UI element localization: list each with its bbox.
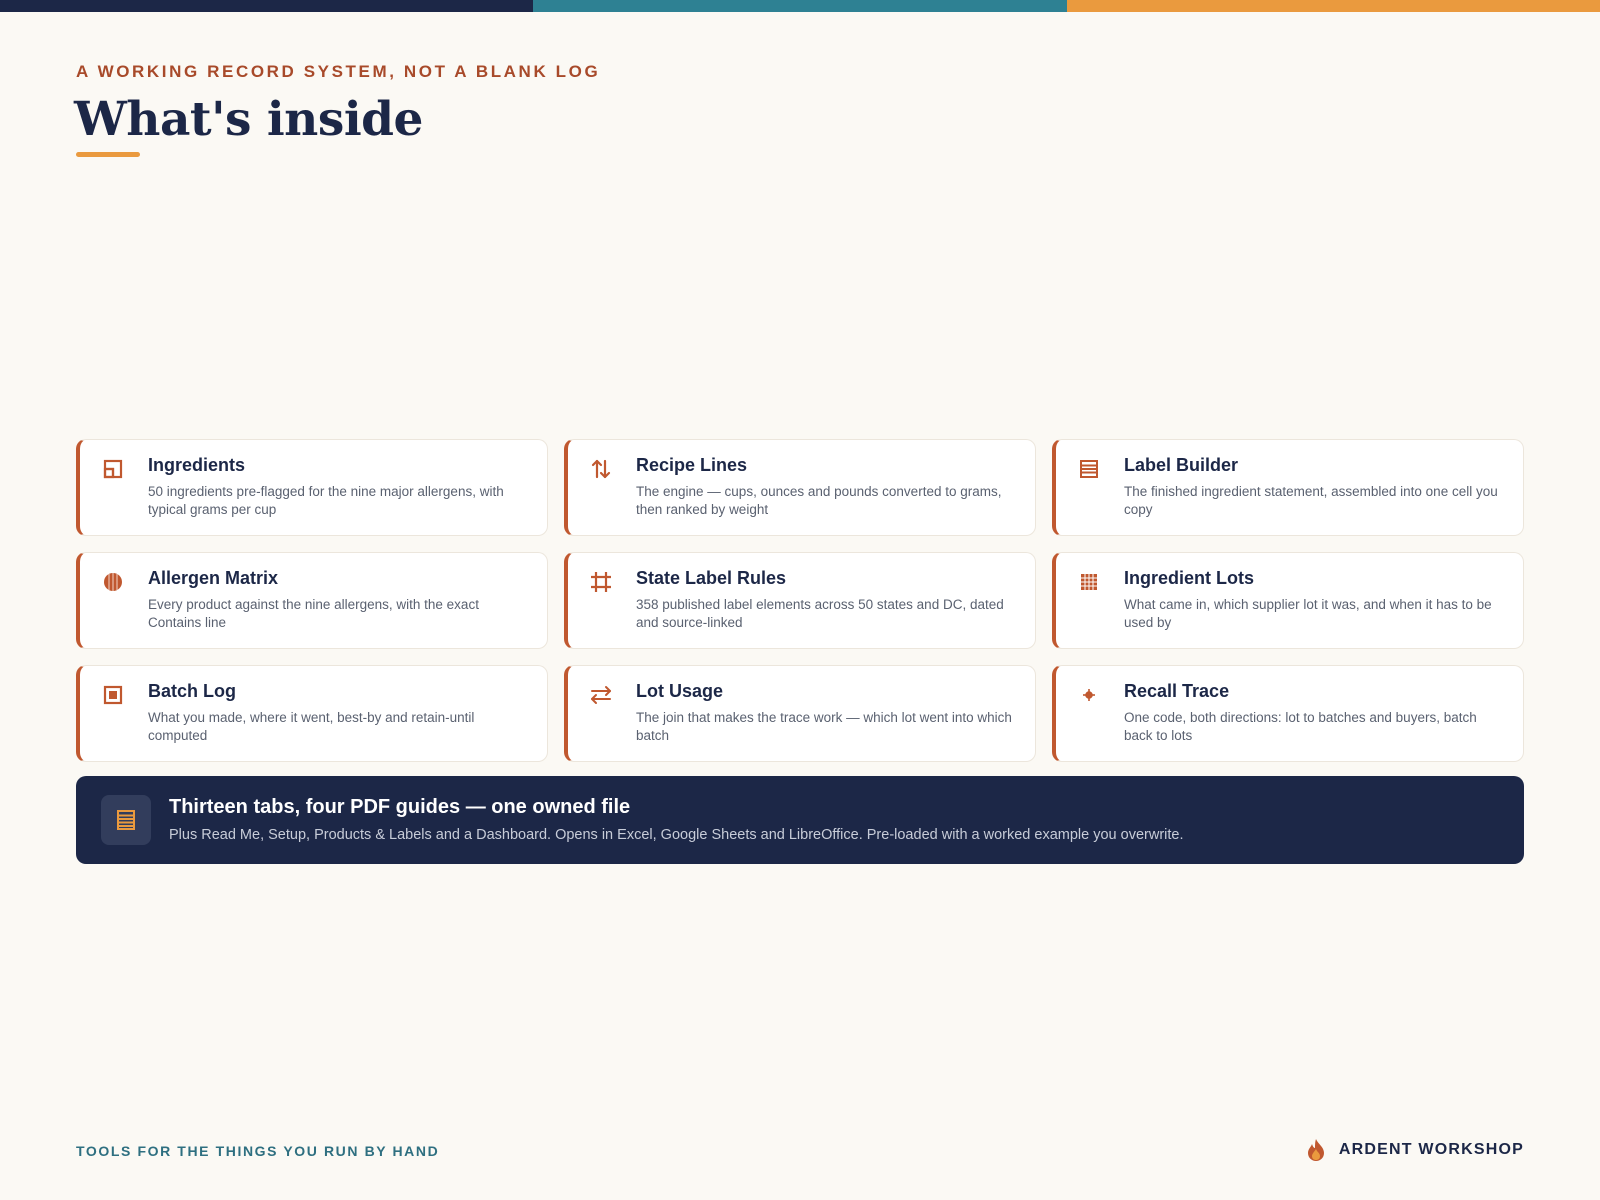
card-description: What you made, where it went, best-by an… — [148, 710, 475, 743]
list-box-icon — [1078, 458, 1100, 480]
footer-brand: ARDENT WORKSHOP — [1305, 1138, 1524, 1162]
boxed-square-icon — [102, 684, 124, 706]
card-description: One code, both directions: lot to batche… — [1124, 710, 1477, 743]
summary-banner: Thirteen tabs, four PDF guides — one own… — [76, 776, 1524, 864]
brand-name: ARDENT WORKSHOP — [1338, 1141, 1524, 1158]
crosshair-icon — [1078, 684, 1100, 706]
card-description: The engine — cups, ounces and pounds con… — [636, 484, 1002, 517]
feature-card-lot-usage: Lot Usage The join that makes the trace … — [564, 665, 1036, 762]
card-title: Allergen Matrix — [148, 568, 279, 588]
footer-tagline: TOOLS FOR THE THINGS YOU RUN BY HAND — [76, 1143, 440, 1159]
card-description: The join that makes the trace work — whi… — [636, 710, 1012, 743]
feature-grid: Ingredients 50 ingredients pre-flagged f… — [76, 439, 1524, 762]
card-description: Every product against the nine allergens… — [148, 597, 479, 630]
hash-grid-icon — [590, 571, 612, 593]
top-bar-teal-segment — [533, 0, 1067, 12]
swap-arrows-icon — [590, 684, 612, 706]
flame-icon — [1305, 1138, 1327, 1162]
feature-card-state-label-rules: State Label Rules 358 published label el… — [564, 552, 1036, 649]
striped-circle-icon — [102, 571, 124, 593]
feature-card-label-builder: Label Builder The finished ingredient st… — [1052, 439, 1524, 536]
card-title: Ingredient Lots — [1124, 568, 1254, 588]
banner-title: Thirteen tabs, four PDF guides — one own… — [169, 796, 631, 818]
top-color-bar — [0, 0, 1600, 12]
page-title: What's inside — [74, 92, 423, 147]
feature-card-allergen-matrix: Allergen Matrix Every product against th… — [76, 552, 548, 649]
layout-square-icon — [102, 458, 124, 480]
feature-card-ingredients: Ingredients 50 ingredients pre-flagged f… — [76, 439, 548, 536]
card-title: State Label Rules — [636, 568, 787, 588]
card-description: What came in, which supplier lot it was,… — [1124, 597, 1492, 630]
document-lines-icon — [101, 795, 151, 845]
card-title: Lot Usage — [636, 681, 724, 701]
card-title: Batch Log — [148, 681, 236, 701]
card-description: 358 published label elements across 50 s… — [636, 597, 1004, 630]
card-description: 50 ingredients pre-flagged for the nine … — [148, 484, 504, 517]
sort-arrows-icon — [590, 458, 612, 480]
banner-description: Plus Read Me, Setup, Products & Labels a… — [169, 827, 1184, 843]
card-title: Label Builder — [1124, 455, 1239, 475]
eyebrow-text: A WORKING RECORD SYSTEM, NOT A BLANK LOG — [76, 62, 601, 81]
top-bar-orange-segment — [1066, 0, 1600, 12]
card-title: Recall Trace — [1124, 681, 1230, 701]
feature-card-ingredient-lots: Ingredient Lots What came in, which supp… — [1052, 552, 1524, 649]
top-bar-navy-segment — [0, 0, 534, 12]
dense-grid-icon — [1078, 571, 1100, 593]
card-description: The finished ingredient statement, assem… — [1124, 484, 1498, 517]
title-underline — [76, 152, 140, 157]
card-title: Recipe Lines — [636, 455, 748, 475]
feature-card-batch-log: Batch Log What you made, where it went, … — [76, 665, 548, 762]
feature-card-recall-trace: Recall Trace One code, both directions: … — [1052, 665, 1524, 762]
card-title: Ingredients — [148, 455, 246, 475]
feature-card-recipe-lines: Recipe Lines The engine — cups, ounces a… — [564, 439, 1036, 536]
